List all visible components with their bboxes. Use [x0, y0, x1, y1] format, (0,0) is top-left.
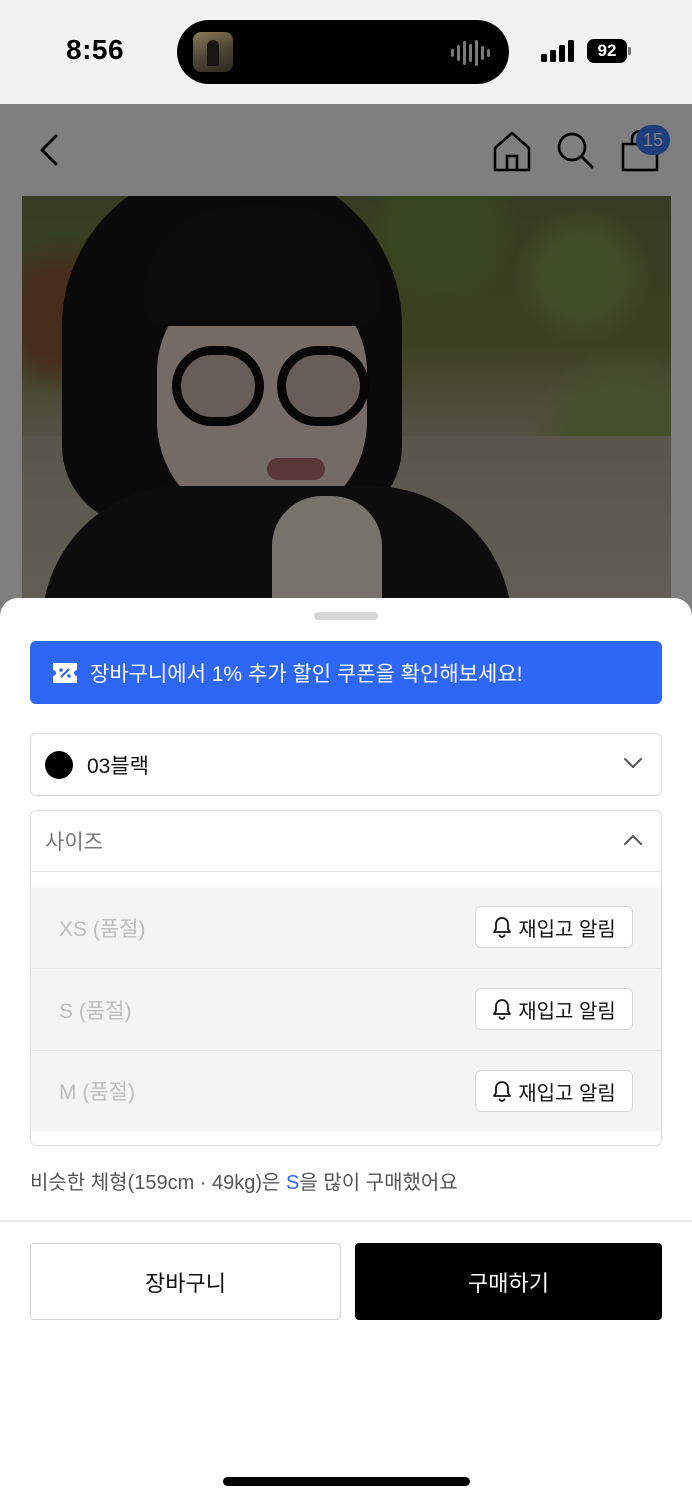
color-select-dropdown[interactable]: 03블랙	[30, 733, 662, 796]
size-recommendation-text: 비슷한 체형(159cm · 49kg)은 S을 많이 구매했어요	[30, 1166, 458, 1195]
cellular-signal-icon	[541, 40, 574, 62]
restock-alert-label: 재입고 알림	[518, 918, 616, 941]
size-option-label: XS (품절)	[59, 917, 146, 941]
home-indicator[interactable]	[223, 1477, 470, 1486]
recommendation-suffix: 을 많이 구매했어요	[299, 1172, 458, 1194]
size-option-label: M (품절)	[59, 1081, 135, 1104]
now-playing-thumbnail	[193, 32, 233, 72]
size-option-row: M (품절) 재입고 알림	[31, 1051, 661, 1131]
restock-alert-button[interactable]: 재입고 알림	[475, 988, 633, 1030]
sheet-grabber-handle[interactable]	[314, 612, 378, 620]
recommendation-prefix: 비슷한 체형(159cm · 49kg)은	[30, 1172, 287, 1194]
coupon-icon	[53, 662, 77, 683]
coupon-banner-text: 장바구니에서 1% 추가 할인 쿠폰을 확인해보세요!	[90, 662, 523, 686]
sheet-backdrop-overlay[interactable]	[0, 104, 692, 624]
bell-icon	[493, 999, 512, 1020]
battery-icon: 92	[587, 39, 627, 63]
status-bar: 8:56 92	[0, 0, 692, 104]
bell-icon	[493, 1081, 512, 1102]
dynamic-island[interactable]	[177, 20, 509, 84]
size-placeholder: 사이즈	[45, 831, 103, 854]
size-option-label: S (품절)	[59, 999, 132, 1023]
battery-level: 92	[597, 41, 617, 60]
option-bottom-sheet: 장바구니에서 1% 추가 할인 쿠폰을 확인해보세요! 03블랙 사이즈 XS …	[0, 598, 692, 1500]
status-time: 8:56	[66, 34, 125, 65]
restock-alert-label: 재입고 알림	[518, 1082, 616, 1105]
chevron-down-icon	[624, 758, 642, 768]
divider	[0, 1220, 692, 1222]
coupon-banner[interactable]: 장바구니에서 1% 추가 할인 쿠폰을 확인해보세요!	[30, 641, 662, 704]
recommended-size: S	[286, 1172, 300, 1194]
restock-alert-button[interactable]: 재입고 알림	[475, 1070, 633, 1112]
buy-now-button[interactable]: 구매하기	[355, 1243, 662, 1320]
restock-alert-label: 재입고 알림	[518, 1000, 616, 1023]
size-option-row: S (품절) 재입고 알림	[31, 969, 661, 1051]
color-selected-label: 03블랙	[87, 754, 149, 778]
battery-cap	[628, 47, 631, 55]
size-select-dropdown: 사이즈 XS (품절) 재입고 알림 S (품절) 재입고 알림 M (품절) …	[30, 810, 662, 1146]
size-option-row: XS (품절) 재입고 알림	[31, 887, 661, 969]
size-option-list: XS (품절) 재입고 알림 S (품절) 재입고 알림 M (품절) 재입고 …	[31, 887, 661, 1131]
add-to-cart-button[interactable]: 장바구니	[30, 1243, 341, 1320]
audio-waveform-icon	[451, 40, 490, 66]
bell-icon	[493, 917, 512, 938]
restock-alert-button[interactable]: 재입고 알림	[475, 906, 633, 948]
chevron-up-icon	[624, 835, 642, 845]
color-swatch	[45, 750, 73, 779]
size-select-header[interactable]: 사이즈	[31, 811, 661, 872]
